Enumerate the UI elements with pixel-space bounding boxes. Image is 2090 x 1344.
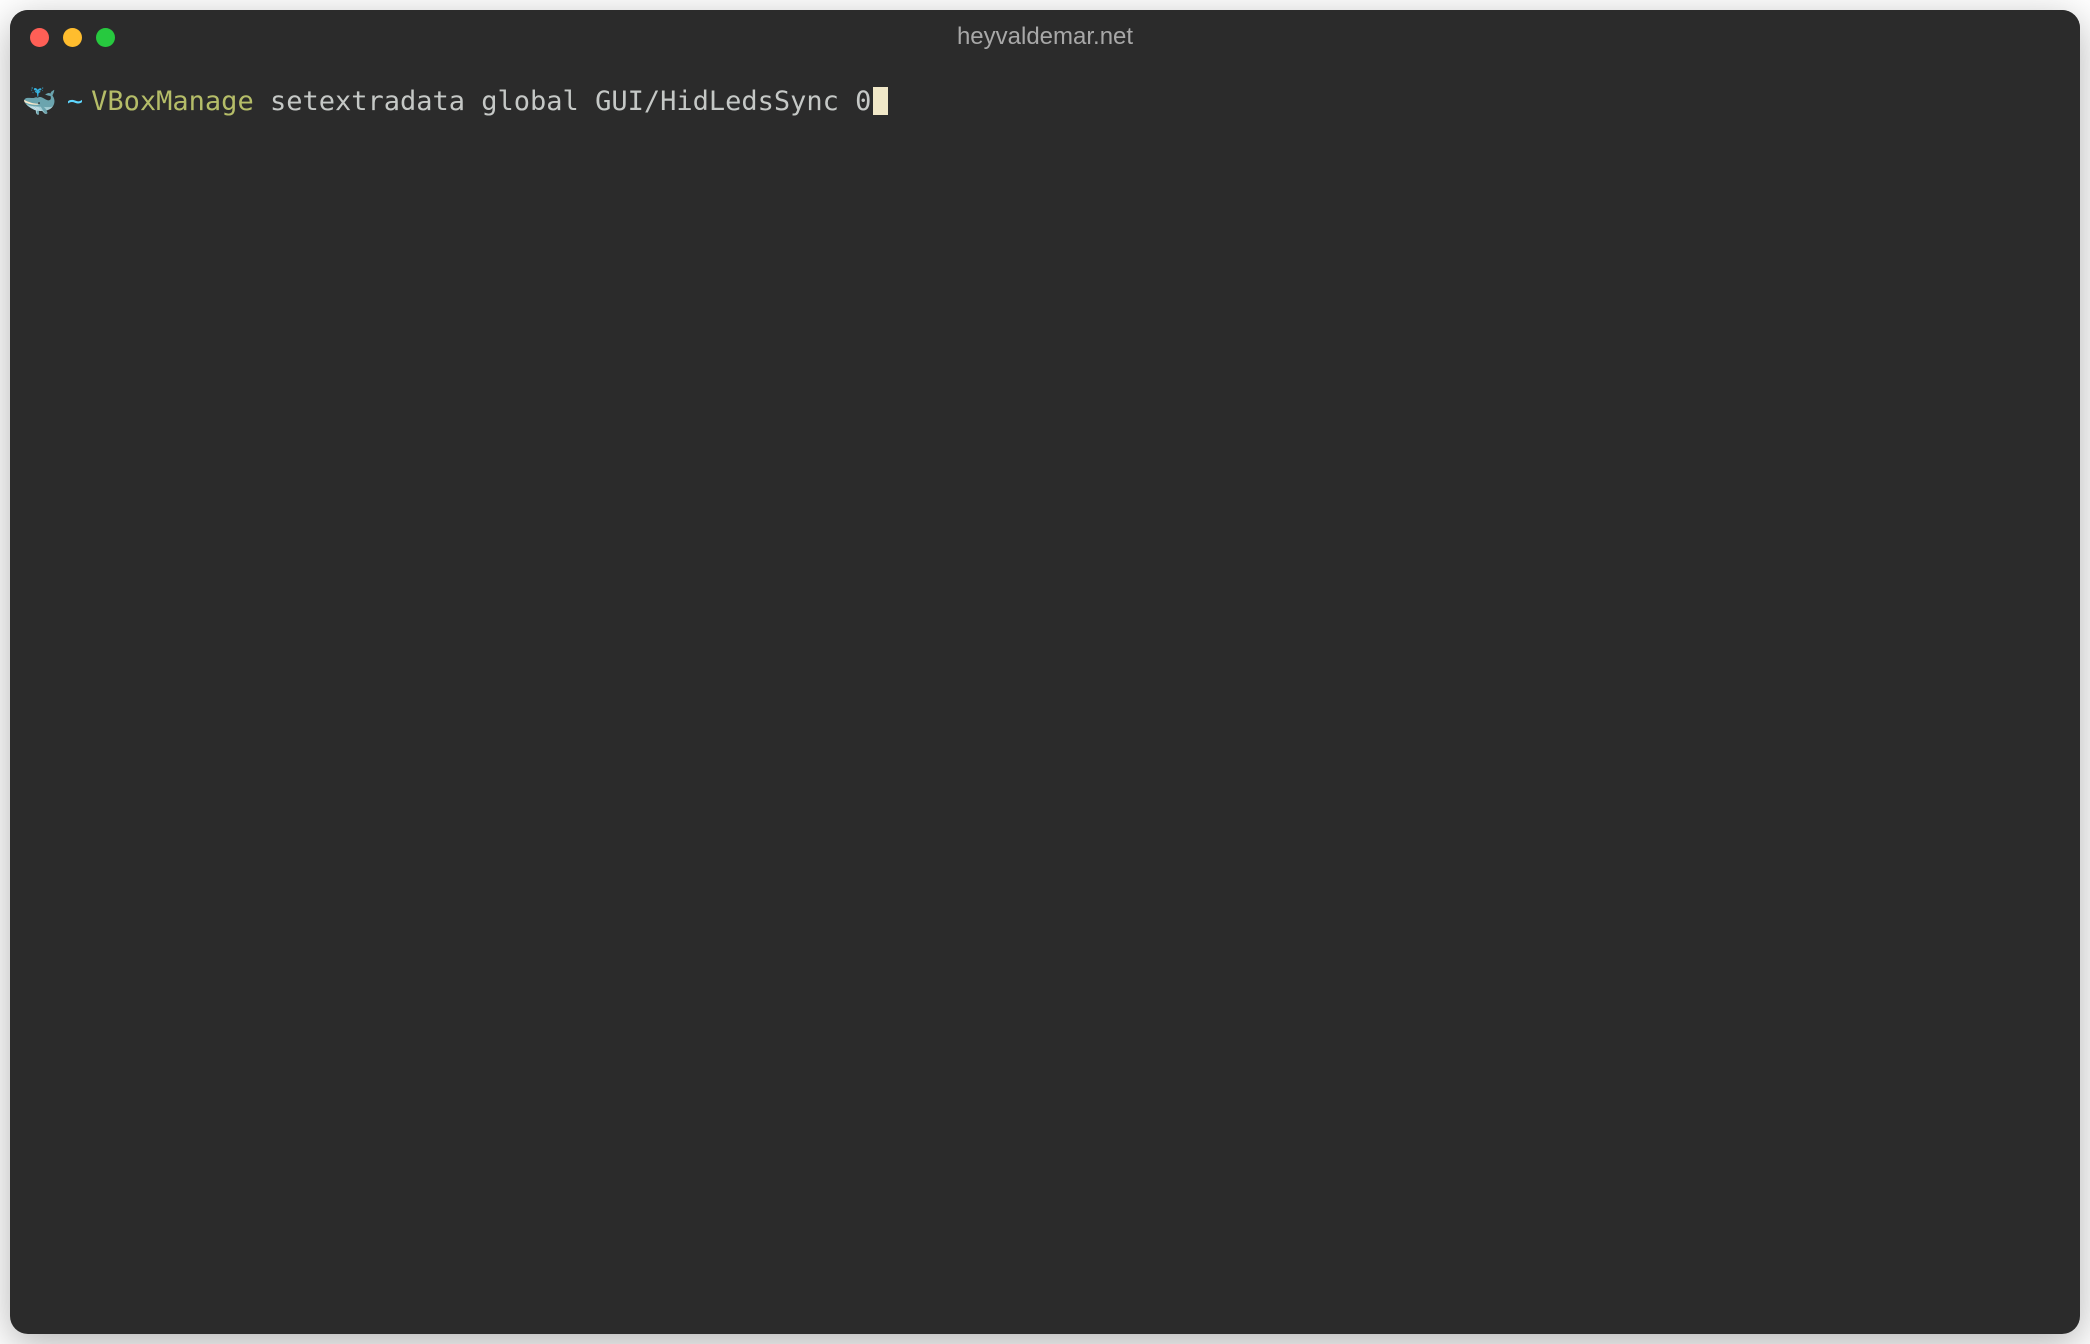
cursor-icon [873,87,888,115]
minimize-icon[interactable] [63,28,82,47]
window-title: heyvaldemar.net [957,23,1133,51]
titlebar: heyvaldemar.net [10,10,2080,64]
close-icon[interactable] [30,28,49,47]
prompt-line: 🐳 ~ VBoxManage setextradata global GUI/H… [22,82,2068,121]
command-args: setextradata global GUI/HidLedsSync 0 [254,83,872,121]
terminal-window: heyvaldemar.net 🐳 ~ VBoxManage setextrad… [10,10,2080,1334]
whale-icon: 🐳 [22,82,57,121]
terminal-body[interactable]: 🐳 ~ VBoxManage setextradata global GUI/H… [10,64,2080,1334]
maximize-icon[interactable] [96,28,115,47]
command-executable: VBoxManage [91,83,254,121]
prompt-path: ~ [67,83,83,121]
traffic-lights [30,28,115,47]
